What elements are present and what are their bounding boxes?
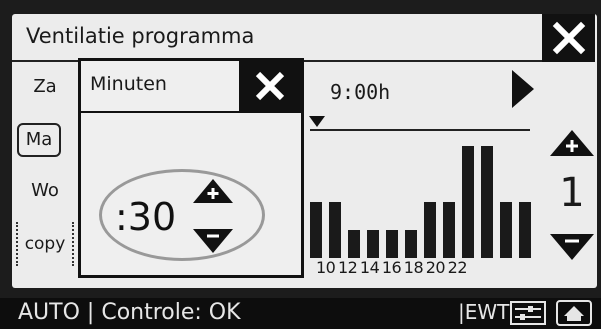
cursor-marker-icon bbox=[309, 116, 325, 127]
title-bar: Ventilatie programma bbox=[12, 14, 542, 62]
close-icon bbox=[255, 71, 285, 101]
schedule-bar bbox=[443, 202, 455, 258]
day-item-za[interactable]: Za bbox=[18, 76, 72, 97]
minutes-down-icon[interactable] bbox=[193, 227, 233, 253]
status-text: AUTO | Controle: OK bbox=[18, 300, 241, 325]
schedule-bar bbox=[310, 202, 322, 258]
level-value: 1 bbox=[559, 170, 585, 216]
hour-labels: 10 12 14 16 18 20 22 bbox=[316, 258, 468, 277]
schedule-bar bbox=[405, 230, 417, 258]
schedule-bar bbox=[519, 202, 531, 258]
ewt-indicator: |EWT| bbox=[458, 300, 517, 324]
schedule-bar bbox=[500, 202, 512, 258]
day-item-ma[interactable]: Ma bbox=[17, 123, 61, 157]
schedule-bar bbox=[329, 202, 341, 258]
home-icon[interactable] bbox=[556, 300, 592, 326]
close-button[interactable] bbox=[542, 14, 595, 62]
play-next-icon[interactable] bbox=[510, 68, 536, 110]
level-down-icon[interactable] bbox=[550, 232, 594, 260]
schedule-bar bbox=[424, 202, 436, 258]
popup-header: Minuten bbox=[81, 61, 301, 113]
schedule-bar bbox=[386, 230, 398, 258]
settings-sliders-icon[interactable] bbox=[510, 301, 546, 325]
minutes-up-icon[interactable] bbox=[193, 179, 233, 205]
time-label: 9:00h bbox=[330, 80, 391, 104]
popup-title: Minuten bbox=[90, 73, 167, 95]
popup-close-button[interactable] bbox=[239, 61, 301, 111]
schedule-bar bbox=[462, 146, 474, 258]
minutes-popup: Minuten :30 bbox=[78, 58, 304, 278]
minutes-value: :30 bbox=[115, 195, 177, 239]
schedule-bar bbox=[481, 146, 493, 258]
schedule-bar bbox=[348, 230, 360, 258]
schedule-bars[interactable] bbox=[304, 130, 534, 258]
schedule-bar bbox=[367, 230, 379, 258]
status-check: Controle: OK bbox=[101, 300, 241, 325]
status-mode: AUTO bbox=[18, 300, 80, 325]
copy-button[interactable]: copy bbox=[16, 222, 74, 266]
day-item-wo[interactable]: Wo bbox=[18, 180, 72, 201]
status-separator: | bbox=[86, 300, 95, 325]
page-title: Ventilatie programma bbox=[26, 24, 255, 48]
device-screen: Ventilatie programma Za Ma Wo copy 9:00h… bbox=[0, 0, 601, 329]
close-icon bbox=[552, 21, 585, 55]
level-up-icon[interactable] bbox=[550, 130, 594, 158]
